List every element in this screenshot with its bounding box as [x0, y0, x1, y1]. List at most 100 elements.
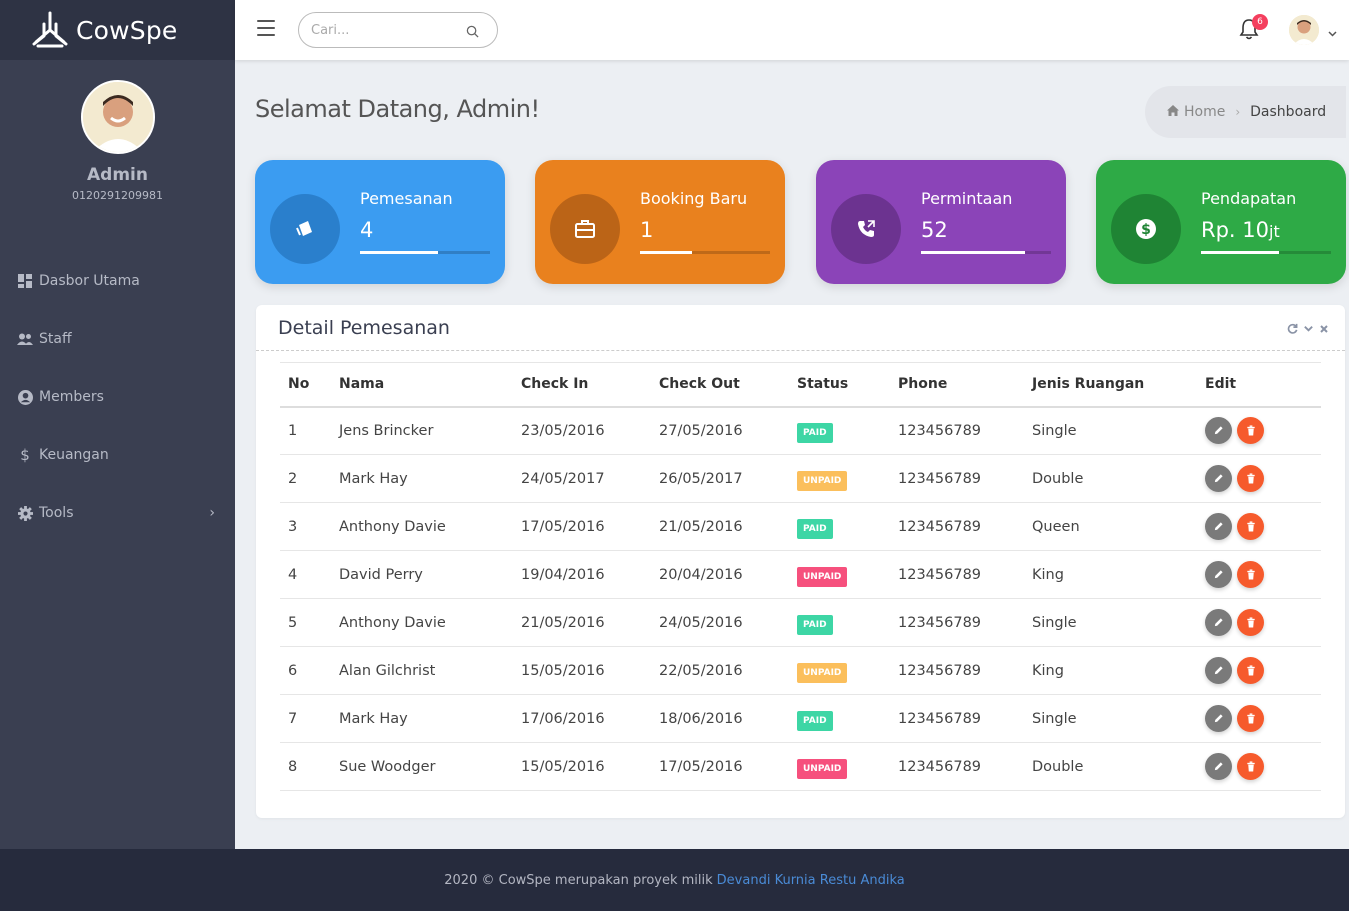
- collapse-chevron-icon[interactable]: [1303, 319, 1314, 338]
- card-pemesanan[interactable]: Pemesanan 4: [255, 160, 505, 284]
- pencil-icon: [1214, 762, 1223, 771]
- profile-avatar[interactable]: [80, 80, 155, 154]
- edit-button[interactable]: [1205, 465, 1232, 492]
- table-cell-phone-number: 123456789: [890, 694, 1024, 743]
- status-badge: PAID: [797, 519, 833, 539]
- room-type: Single: [1032, 710, 1077, 727]
- phone-icon: [831, 194, 901, 264]
- sidebar-item-members[interactable]: Members: [0, 368, 235, 426]
- panel-divider: [256, 350, 1345, 351]
- table-cell-room-type: Single: [1024, 598, 1197, 647]
- trash-icon: [1246, 713, 1255, 724]
- room-type: Single: [1032, 422, 1077, 439]
- card-title: Booking Baru: [640, 189, 748, 208]
- card-progress: [921, 251, 1051, 254]
- edit-button[interactable]: [1205, 513, 1232, 540]
- delete-button[interactable]: [1237, 561, 1264, 588]
- brand[interactable]: CowSpe: [0, 0, 235, 60]
- row-number: 2: [288, 470, 298, 487]
- edit-button[interactable]: [1205, 657, 1232, 684]
- row-number: 8: [288, 758, 298, 775]
- chevron-down-icon[interactable]: [1328, 22, 1337, 41]
- table-cell-check-in-date: 15/05/2016: [513, 646, 651, 695]
- phone-number: 123456789: [898, 614, 982, 631]
- edit-button[interactable]: [1205, 561, 1232, 588]
- delete-button[interactable]: [1237, 417, 1264, 445]
- profile: Admin 0120291209981: [0, 60, 235, 202]
- close-icon[interactable]: [1319, 319, 1329, 338]
- pencil-icon: [1214, 570, 1223, 579]
- breadcrumb-home[interactable]: Home: [1184, 104, 1225, 120]
- user-avatar[interactable]: [1289, 15, 1319, 45]
- guest-name: David Perry: [339, 566, 423, 583]
- dollar-coin-icon: $: [1111, 194, 1181, 264]
- table-cell-guest-name: Mark Hay: [331, 694, 513, 743]
- card-progress-fill: [921, 251, 1025, 254]
- card-progress: [1201, 251, 1331, 254]
- sidebar-item-keuangan[interactable]: $ Keuangan: [0, 426, 235, 484]
- search-input[interactable]: [311, 22, 451, 38]
- table-cell-status-badge: PAID: [789, 694, 890, 743]
- delete-button[interactable]: [1237, 753, 1264, 780]
- delete-button[interactable]: [1237, 657, 1264, 684]
- status-badge: UNPAID: [797, 759, 848, 779]
- status-badge: UNPAID: [797, 567, 848, 587]
- column-header-nama: Nama: [331, 362, 513, 408]
- column-header-no: No: [280, 362, 331, 408]
- sidebar-item-dasbor-utama[interactable]: Dasbor Utama: [0, 252, 235, 310]
- table-cell-phone-number: 123456789: [890, 406, 1024, 455]
- guest-name: Mark Hay: [339, 710, 408, 727]
- status-badge: PAID: [797, 615, 833, 635]
- search-icon[interactable]: [466, 23, 479, 42]
- edit-button[interactable]: [1205, 753, 1232, 780]
- trash-icon: [1246, 521, 1255, 532]
- delete-button[interactable]: [1237, 609, 1264, 636]
- briefcase-icon: [550, 194, 620, 264]
- sidebar-item-staff[interactable]: Staff: [0, 310, 235, 368]
- table-cell-row-number: 4: [280, 550, 331, 599]
- table-cell-actions: [1197, 646, 1321, 695]
- row-number: 6: [288, 662, 298, 679]
- check-in-date: 17/06/2016: [521, 710, 605, 727]
- edit-button[interactable]: [1205, 705, 1232, 732]
- dashboard-icon: [17, 273, 33, 289]
- table-cell-row-number: 5: [280, 598, 331, 647]
- card-title: Permintaan: [921, 189, 1013, 208]
- table-cell-actions: [1197, 502, 1321, 551]
- table-cell-check-in-date: 17/06/2016: [513, 694, 651, 743]
- footer-author-link[interactable]: Devandi Kurnia Restu Andika: [717, 873, 905, 888]
- column-header-phone: Phone: [890, 362, 1024, 408]
- table-header-row: No Nama Check In Check Out Status Phone …: [280, 362, 1321, 408]
- refresh-icon[interactable]: [1287, 319, 1298, 338]
- column-header-check-out: Check Out: [651, 362, 789, 408]
- edit-button[interactable]: [1205, 417, 1232, 445]
- sidebar-item-label: Keuangan: [39, 447, 109, 463]
- check-in-date: 17/05/2016: [521, 518, 605, 535]
- table-cell-guest-name: Jens Brincker: [331, 406, 513, 455]
- menu-toggle-icon[interactable]: [257, 20, 275, 36]
- pencil-icon: [1214, 426, 1223, 435]
- delete-button[interactable]: [1237, 513, 1264, 540]
- sidebar-item-tools[interactable]: Tools ›: [0, 484, 235, 542]
- table-cell-row-number: 6: [280, 646, 331, 695]
- booking-panel: Detail Pemesanan No Nama Check In Check …: [256, 305, 1345, 818]
- pencil-icon: [1214, 618, 1223, 627]
- column-header-jenis-ruangan: Jenis Ruangan: [1024, 362, 1197, 408]
- delete-button[interactable]: [1237, 705, 1264, 732]
- table-cell-phone-number: 123456789: [890, 742, 1024, 791]
- edit-button[interactable]: [1205, 609, 1232, 636]
- table-cell-room-type: Queen: [1024, 502, 1197, 551]
- card-pendapatan[interactable]: $ Pendapatan Rp. 10jt: [1096, 160, 1346, 284]
- card-title: Pendapatan: [1201, 189, 1297, 208]
- table-cell-row-number: 3: [280, 502, 331, 551]
- sidebar: CowSpe Admin 0120291209981 Dasbor Utama: [0, 0, 235, 849]
- phone-number: 123456789: [898, 566, 982, 583]
- delete-button[interactable]: [1237, 465, 1264, 492]
- card-permintaan[interactable]: Permintaan 52: [816, 160, 1066, 284]
- gear-icon: [17, 505, 33, 521]
- card-booking-baru[interactable]: Booking Baru 1: [535, 160, 785, 284]
- table-row: 5 Anthony Davie 21/05/2016 24/05/2016 PAID 12…: [280, 598, 1321, 647]
- table-cell-room-type: Double: [1024, 742, 1197, 791]
- table-cell-check-out-date: 22/05/2016: [651, 646, 789, 695]
- table-cell-check-in-date: 23/05/2016: [513, 406, 651, 455]
